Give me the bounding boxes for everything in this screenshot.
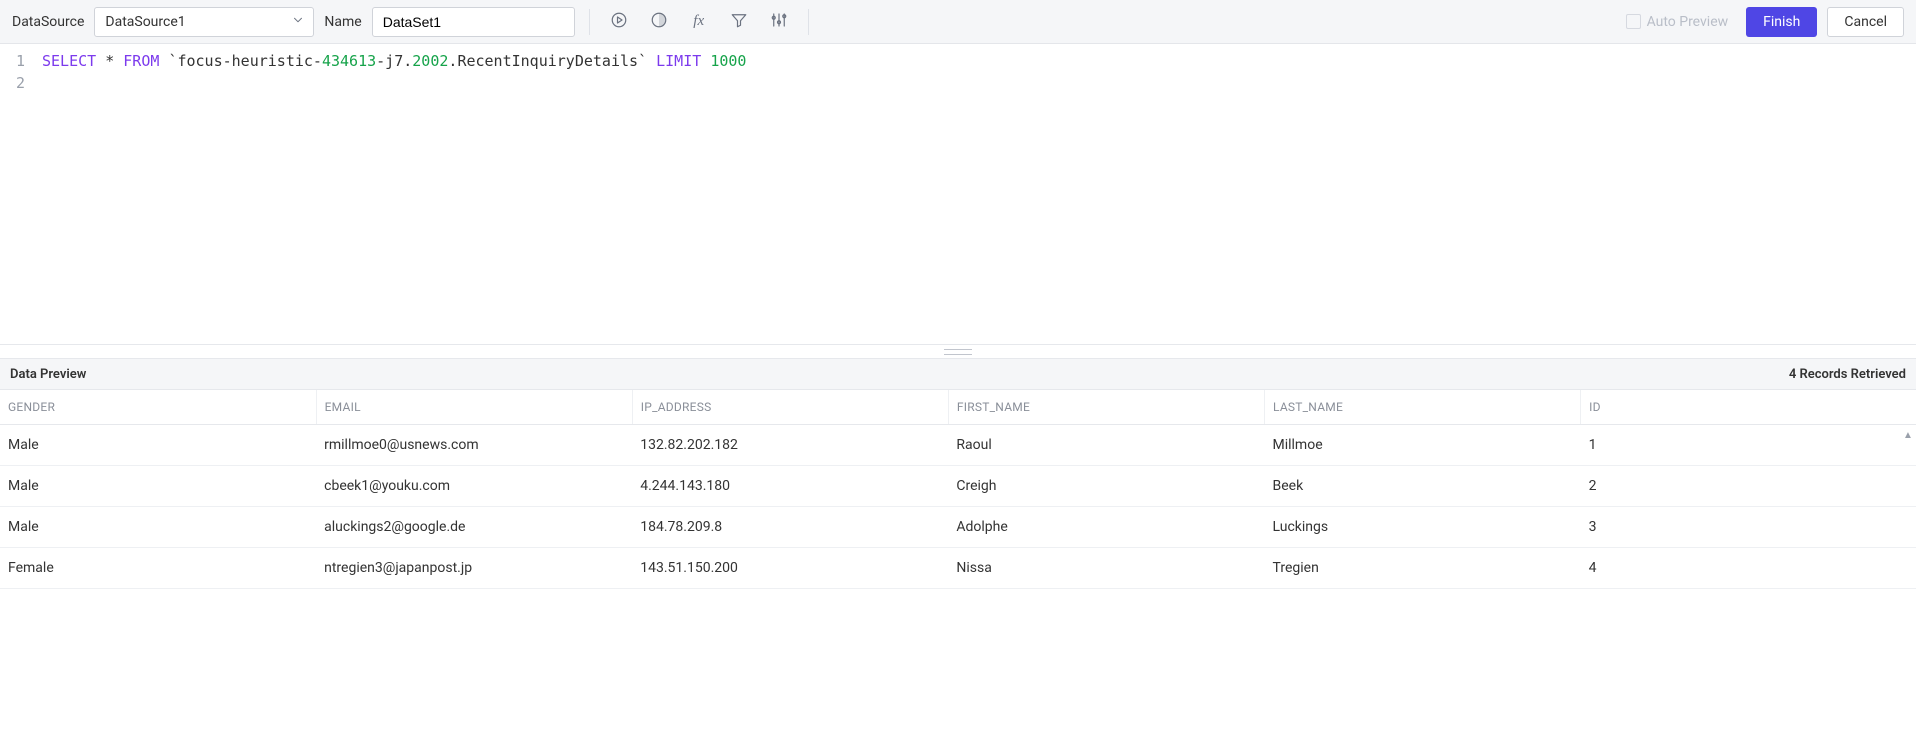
preview-title: Data Preview <box>10 367 86 382</box>
sql-keyword: LIMIT <box>656 52 701 70</box>
sql-ident: focus-heuristic- <box>177 52 322 70</box>
grip-icon <box>944 349 972 355</box>
cell-id: 1 <box>1581 425 1916 466</box>
editor-gutter: 1 2 <box>0 44 34 344</box>
table-row[interactable]: Female ntregien3@japanpost.jp 143.51.150… <box>0 548 1916 589</box>
cell-gender: Female <box>0 548 316 589</box>
toggle-preview-button[interactable] <box>644 7 674 37</box>
sql-token: * <box>105 52 114 70</box>
cancel-button[interactable]: Cancel <box>1827 7 1904 37</box>
dataset-name-input[interactable] <box>383 14 564 30</box>
auto-preview-toggle[interactable]: Auto Preview <box>1626 14 1729 30</box>
editor-code[interactable]: SELECT * FROM ` focus-heuristic-434613-j7… <box>34 44 754 344</box>
filter-button[interactable] <box>724 7 754 37</box>
col-header-last-name[interactable]: LAST_NAME <box>1265 390 1581 425</box>
toolbar-divider <box>589 9 590 35</box>
cell-first: Creigh <box>948 466 1264 507</box>
datasource-select[interactable]: DataSource1 <box>94 7 314 37</box>
cell-last: Beek <box>1265 466 1581 507</box>
cell-first: Raoul <box>948 425 1264 466</box>
filter-icon <box>730 11 748 33</box>
pane-splitter[interactable] <box>0 344 1916 358</box>
cell-gender: Male <box>0 425 316 466</box>
datasource-value: DataSource1 <box>105 14 185 30</box>
scroll-up-icon[interactable]: ▲ <box>1900 426 1916 444</box>
table-row[interactable]: Male aluckings2@google.de 184.78.209.8 A… <box>0 507 1916 548</box>
col-header-email[interactable]: EMAIL <box>316 390 632 425</box>
cell-email: ntregien3@japanpost.jp <box>316 548 632 589</box>
checkbox-icon <box>1626 14 1641 29</box>
col-header-ip[interactable]: IP_ADDRESS <box>632 390 948 425</box>
play-circle-icon <box>610 11 628 33</box>
preview-table: GENDER EMAIL IP_ADDRESS FIRST_NAME LAST_… <box>0 390 1916 589</box>
line-number: 1 <box>0 50 25 72</box>
fx-icon: fx <box>693 13 704 30</box>
cell-email: aluckings2@google.de <box>316 507 632 548</box>
table-header-row: GENDER EMAIL IP_ADDRESS FIRST_NAME LAST_… <box>0 390 1916 425</box>
cell-ip: 143.51.150.200 <box>632 548 948 589</box>
cell-email: cbeek1@youku.com <box>316 466 632 507</box>
cell-ip: 132.82.202.182 <box>632 425 948 466</box>
sliders-icon <box>770 11 788 33</box>
sql-number: 2002 <box>412 52 448 70</box>
datasource-label: DataSource <box>12 14 84 30</box>
auto-preview-label: Auto Preview <box>1647 14 1729 30</box>
sql-token: . <box>403 52 412 70</box>
chevron-down-icon <box>291 13 305 31</box>
run-query-button[interactable] <box>604 7 634 37</box>
toolbar-divider <box>808 9 809 35</box>
sql-editor[interactable]: 1 2 SELECT * FROM ` focus-heuristic-43461… <box>0 44 1916 344</box>
cell-ip: 184.78.209.8 <box>632 507 948 548</box>
cell-ip: 4.244.143.180 <box>632 466 948 507</box>
sql-number: 434613 <box>322 52 376 70</box>
table-row[interactable]: Male cbeek1@youku.com 4.244.143.180 Crei… <box>0 466 1916 507</box>
parameters-button[interactable] <box>764 7 794 37</box>
cell-last: Luckings <box>1265 507 1581 548</box>
sql-keyword: SELECT <box>42 52 96 70</box>
sql-ident: -j7 <box>376 52 403 70</box>
query-toolbar: DataSource DataSource1 Name fx A <box>0 0 1916 44</box>
preview-table-wrap: GENDER EMAIL IP_ADDRESS FIRST_NAME LAST_… <box>0 390 1916 589</box>
sql-token: ` <box>638 52 647 70</box>
table-row[interactable]: Male rmillmoe0@usnews.com 132.82.202.182… <box>0 425 1916 466</box>
cell-first: Nissa <box>948 548 1264 589</box>
cell-gender: Male <box>0 466 316 507</box>
cell-id: 2 <box>1581 466 1916 507</box>
col-header-id[interactable]: ID <box>1581 390 1916 425</box>
cell-email: rmillmoe0@usnews.com <box>316 425 632 466</box>
sql-keyword: FROM <box>123 52 159 70</box>
cell-last: Millmoe <box>1265 425 1581 466</box>
dataset-name-input-wrap[interactable] <box>372 7 575 37</box>
cell-first: Adolphe <box>948 507 1264 548</box>
col-header-first-name[interactable]: FIRST_NAME <box>948 390 1264 425</box>
contrast-circle-icon <box>650 11 668 33</box>
preview-header: Data Preview 4 Records Retrieved <box>0 358 1916 390</box>
name-label: Name <box>324 14 361 30</box>
col-header-gender[interactable]: GENDER <box>0 390 316 425</box>
sql-ident: RecentInquiryDetails <box>457 52 638 70</box>
sql-number: 1000 <box>710 52 746 70</box>
records-count: 4 Records Retrieved <box>1789 367 1906 382</box>
cell-id: 4 <box>1581 548 1916 589</box>
cell-last: Tregien <box>1265 548 1581 589</box>
cell-id: 3 <box>1581 507 1916 548</box>
cell-gender: Male <box>0 507 316 548</box>
expression-button[interactable]: fx <box>684 7 714 37</box>
finish-button[interactable]: Finish <box>1746 7 1817 37</box>
line-number: 2 <box>0 72 25 94</box>
